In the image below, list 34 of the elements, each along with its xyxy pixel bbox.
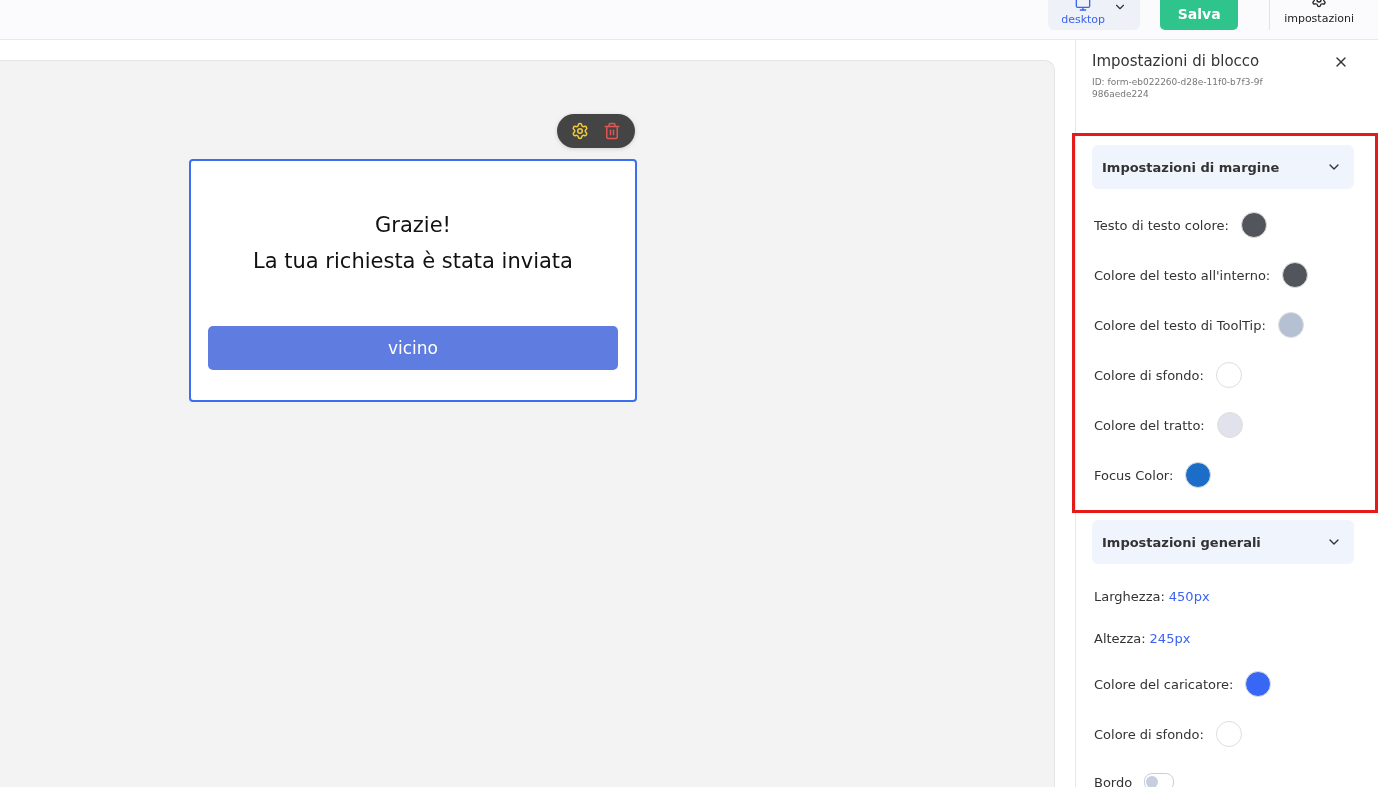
monitor-icon — [1075, 0, 1092, 12]
setting-label: Testo di testo colore: — [1094, 217, 1229, 233]
color-swatch[interactable] — [1282, 262, 1309, 288]
setting-label: Larghezza: — [1094, 588, 1165, 604]
message-text: La tua richiesta è stata inviata — [253, 249, 573, 273]
color-swatch[interactable] — [1185, 462, 1212, 488]
device-dropdown[interactable]: desktop — [1048, 0, 1141, 30]
color-swatch[interactable] — [1240, 212, 1267, 238]
settings-icon[interactable] — [571, 122, 589, 140]
setting-label: Colore del tratto: — [1094, 417, 1205, 433]
close-button[interactable]: vicino — [208, 326, 618, 370]
setting-label: Colore di sfondo: — [1094, 726, 1204, 742]
section-header[interactable]: Impostazioni di margine — [1092, 145, 1354, 189]
setting-label: Colore del testo all'interno: — [1094, 267, 1271, 283]
setting-label: Altezza: — [1094, 630, 1146, 646]
message-title: Grazie! — [375, 213, 451, 237]
setting-value[interactable]: 245px — [1149, 630, 1191, 646]
color-swatch[interactable] — [1245, 671, 1272, 697]
block-id: ID: form-eb022260-d28e-11f0-b7f3-9f986aede224 — [1091, 76, 1264, 100]
setting-label: Colore del testo di ToolTip: — [1094, 317, 1266, 333]
setting-label: Focus Color: — [1094, 467, 1174, 483]
section-header[interactable]: Impostazioni generali — [1092, 520, 1354, 564]
toggle-switch[interactable] — [1144, 773, 1175, 787]
setting-label: Bordo — [1094, 774, 1133, 787]
panel-title: Impostazioni di blocco — [1092, 52, 1260, 70]
trash-icon[interactable] — [603, 122, 621, 140]
setting-label: Colore di sfondo: — [1094, 367, 1204, 383]
settings-button[interactable]: impostazioni — [1284, 0, 1354, 25]
color-swatch[interactable] — [1277, 312, 1304, 338]
color-swatch[interactable] — [1215, 721, 1242, 747]
color-swatch[interactable] — [1216, 412, 1243, 438]
setting-value[interactable]: 450px — [1168, 588, 1210, 604]
setting-label: Colore del caricatore: — [1094, 676, 1234, 692]
color-swatch[interactable] — [1215, 362, 1242, 388]
